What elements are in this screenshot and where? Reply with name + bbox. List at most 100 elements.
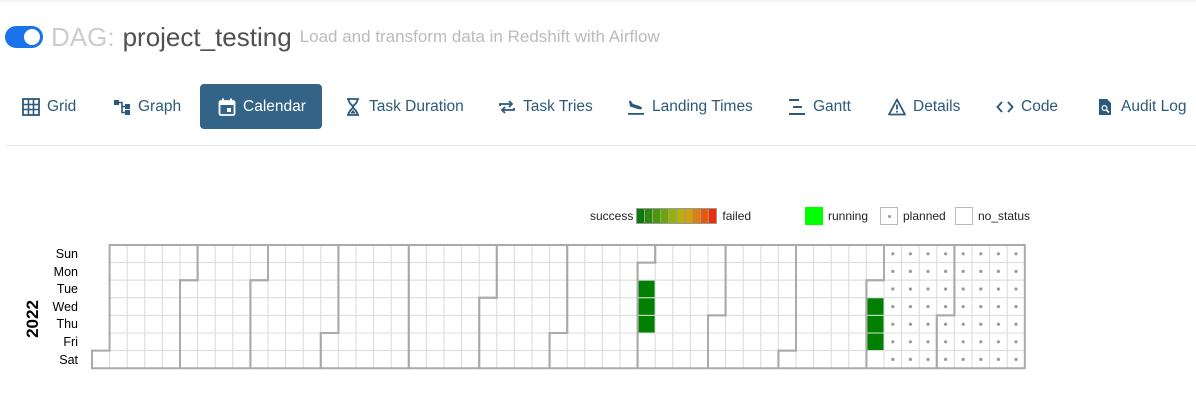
calendar-day-cell[interactable] xyxy=(179,332,199,352)
calendar-day-cell[interactable] xyxy=(637,332,656,352)
calendar-day-cell[interactable] xyxy=(637,350,656,369)
calendar-day-cell[interactable] xyxy=(337,314,357,334)
calendar-day-cell[interactable] xyxy=(496,297,515,316)
calendar-day-cell[interactable] xyxy=(249,244,269,264)
calendar-day-cell[interactable] xyxy=(408,279,427,299)
calendar-day-cell[interactable] xyxy=(654,297,674,316)
calendar-day-cell[interactable] xyxy=(126,297,146,316)
calendar-day-cell[interactable] xyxy=(725,350,744,369)
calendar-day-cell[interactable] xyxy=(566,350,586,369)
calendar-day-cell[interactable] xyxy=(689,332,709,352)
calendar-day-cell[interactable] xyxy=(390,262,410,281)
calendar-day-cell[interactable] xyxy=(267,297,287,316)
calendar-day-cell[interactable] xyxy=(390,279,410,299)
calendar-day-cell[interactable] xyxy=(777,279,797,299)
calendar-day-cell[interactable] xyxy=(443,279,463,299)
calendar-day-cell[interactable] xyxy=(777,262,797,281)
calendar-day-cell[interactable] xyxy=(813,279,832,299)
calendar-day-cell[interactable] xyxy=(425,279,445,299)
calendar-day-cell[interactable] xyxy=(355,332,375,352)
calendar-day-cell[interactable] xyxy=(373,279,392,299)
calendar-day-cell[interactable] xyxy=(249,350,269,369)
calendar-day-cell[interactable] xyxy=(865,297,885,316)
calendar-day-cell[interactable] xyxy=(285,297,304,316)
calendar-day-cell[interactable] xyxy=(760,244,779,264)
calendar-day-cell[interactable] xyxy=(197,332,216,352)
calendar-day-cell[interactable] xyxy=(144,244,163,264)
calendar-day-cell[interactable] xyxy=(549,297,568,316)
calendar-day-cell[interactable] xyxy=(513,314,533,334)
calendar-day-cell[interactable] xyxy=(144,314,163,334)
calendar-day-cell[interactable] xyxy=(355,350,375,369)
calendar-day-cell[interactable] xyxy=(689,314,709,334)
calendar-day-cell[interactable] xyxy=(408,244,427,264)
calendar-day-cell[interactable] xyxy=(425,314,445,334)
calendar-day-cell[interactable] xyxy=(619,332,639,352)
calendar-day-cell[interactable] xyxy=(513,244,533,264)
calendar-day-cell[interactable] xyxy=(672,332,691,352)
calendar-day-cell[interactable] xyxy=(425,350,445,369)
calendar-day-cell[interactable] xyxy=(320,332,339,352)
calendar-day-cell[interactable] xyxy=(408,262,427,281)
calendar-day-cell[interactable] xyxy=(689,262,709,281)
calendar-day-cell[interactable] xyxy=(355,262,375,281)
calendar-day-cell[interactable] xyxy=(531,297,551,316)
calendar-day-cell[interactable] xyxy=(707,314,727,334)
calendar-day-cell[interactable] xyxy=(461,244,480,264)
calendar-day-cell[interactable] xyxy=(320,297,339,316)
calendar-day-cell[interactable] xyxy=(865,262,885,281)
calendar-day-cell[interactable] xyxy=(443,314,463,334)
calendar-day-cell[interactable] xyxy=(126,279,146,299)
calendar-day-cell[interactable] xyxy=(795,262,815,281)
calendar-day-cell[interactable] xyxy=(566,279,586,299)
calendar-day-cell[interactable] xyxy=(601,350,621,369)
calendar-day-cell[interactable] xyxy=(144,350,163,369)
calendar-day-cell[interactable] xyxy=(725,314,744,334)
calendar-day-cell[interactable] xyxy=(777,244,797,264)
calendar-day-cell[interactable] xyxy=(302,262,322,281)
calendar-day-cell[interactable] xyxy=(496,314,515,334)
calendar-day-cell[interactable] xyxy=(249,262,269,281)
calendar-day-cell[interactable] xyxy=(707,244,727,264)
calendar-day-cell[interactable] xyxy=(566,262,586,281)
calendar-day-cell[interactable] xyxy=(373,332,392,352)
calendar-day-cell[interactable] xyxy=(848,332,867,352)
calendar-day-cell[interactable] xyxy=(672,262,691,281)
calendar-day-cell[interactable] xyxy=(619,279,639,299)
calendar-day-cell[interactable] xyxy=(531,279,551,299)
calendar-day-cell[interactable] xyxy=(549,314,568,334)
calendar-day-cell[interactable] xyxy=(337,244,357,264)
calendar-day-cell[interactable] xyxy=(373,244,392,264)
calendar-day-cell[interactable] xyxy=(672,297,691,316)
calendar-day-cell[interactable] xyxy=(408,350,427,369)
calendar-day-cell[interactable] xyxy=(425,332,445,352)
calendar-day-cell[interactable] xyxy=(179,314,199,334)
calendar-day-cell[interactable] xyxy=(302,350,322,369)
calendar-day-cell[interactable] xyxy=(513,350,533,369)
calendar-day-cell[interactable] xyxy=(654,350,674,369)
calendar-day-cell[interactable] xyxy=(707,350,727,369)
calendar-day-cell[interactable] xyxy=(584,297,603,316)
calendar-day-cell[interactable] xyxy=(232,314,251,334)
calendar-day-cell[interactable] xyxy=(214,279,234,299)
calendar-day-cell[interactable] xyxy=(461,350,480,369)
calendar-day-cell[interactable] xyxy=(496,244,515,264)
calendar-day-cell[interactable] xyxy=(760,332,779,352)
calendar-day-cell[interactable] xyxy=(285,244,304,264)
calendar-day-cell[interactable] xyxy=(179,297,199,316)
calendar-day-cell[interactable] xyxy=(320,279,339,299)
calendar-day-cell[interactable] xyxy=(302,332,322,352)
calendar-day-cell[interactable] xyxy=(161,332,181,352)
calendar-day-cell[interactable] xyxy=(144,262,163,281)
calendar-day-cell[interactable] xyxy=(355,297,375,316)
calendar-day-cell[interactable] xyxy=(355,279,375,299)
calendar-day-cell[interactable] xyxy=(830,262,850,281)
calendar-day-cell[interactable] xyxy=(584,279,603,299)
calendar-day-cell[interactable] xyxy=(848,262,867,281)
calendar-day-cell[interactable] xyxy=(531,262,551,281)
calendar-day-cell[interactable] xyxy=(109,244,128,264)
calendar-day-cell[interactable] xyxy=(672,244,691,264)
calendar-day-cell[interactable] xyxy=(337,332,357,352)
calendar-day-cell[interactable] xyxy=(126,332,146,352)
calendar-day-cell[interactable] xyxy=(601,279,621,299)
